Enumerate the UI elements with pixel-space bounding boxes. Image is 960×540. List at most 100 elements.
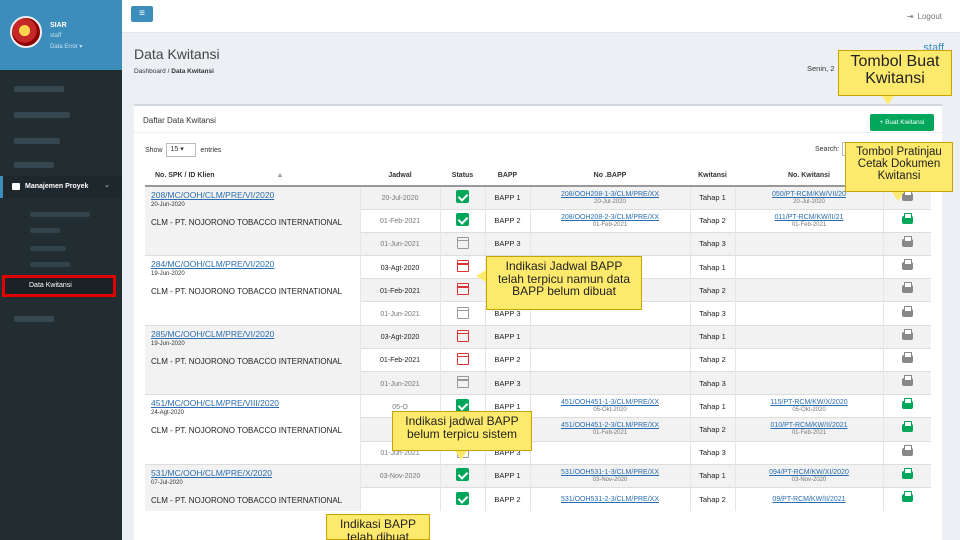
- kwitansi-number-link[interactable]: 115/PT-RCM/KW/X/2020: [736, 399, 883, 406]
- status-cell: [439, 486, 485, 511]
- breadcrumb-home[interactable]: Dashboard: [134, 68, 166, 75]
- schedule-cell: 01-Jun-2021: [359, 231, 440, 256]
- kwitansi-stage: Tahap 1: [699, 401, 726, 411]
- sidebar-subitem-blurred[interactable]: [30, 246, 66, 251]
- print-icon: [901, 259, 913, 271]
- schedule-cell: 01-Feb-2021: [359, 347, 440, 372]
- kwitansi-cell: Tahap 2: [689, 278, 735, 302]
- print-cell: [882, 231, 931, 256]
- sidebar-item-manajemen-proyek[interactable]: Manajemen Proyek ⌄: [0, 176, 122, 198]
- sidebar-subitem-blurred[interactable]: [30, 228, 60, 233]
- calendar-plus-icon[interactable]: [456, 260, 469, 273]
- sidebar-item-blurred[interactable]: [14, 316, 54, 322]
- sidebar-subitem-blurred[interactable]: [30, 262, 70, 267]
- bapp-number-link[interactable]: 208/OOH208-2-3/CLM/PRE/XX: [531, 214, 690, 221]
- print-cell: [882, 394, 931, 418]
- calendar-plus-icon[interactable]: [456, 352, 469, 365]
- bapp-cell: BAPP 2: [484, 347, 530, 372]
- spk-date: 19-Jun-2020: [151, 271, 185, 278]
- schedule-date: 03-Agt-2020: [380, 334, 420, 342]
- schedule-date: 01-Jun-2021: [380, 241, 420, 249]
- brand-name: SIAR: [50, 22, 67, 29]
- kwitansi-number-link[interactable]: 010/PT-RCM/KW/II/2021: [736, 422, 883, 429]
- kwitansi-number-link[interactable]: 094/PT-RCM/KW/XI/2020: [736, 469, 883, 476]
- logout-link[interactable]: ⇥ Logout: [907, 12, 942, 21]
- no-bapp-cell: [529, 347, 690, 372]
- bapp-label: BAPP 1: [494, 332, 521, 342]
- print-icon: [901, 351, 913, 363]
- spk-cell: 531/MC/OOH/CLM/PRE/X/2020 07-Jul-2020 CL…: [145, 463, 360, 511]
- bapp-label: BAPP 1: [494, 401, 521, 411]
- calendar-icon: [456, 376, 469, 389]
- no-kwitansi-cell: [734, 440, 883, 465]
- bapp-label: BAPP 3: [494, 239, 521, 249]
- print-cell: [882, 278, 931, 302]
- spk-cell: 208/MC/OOH/CLM/PRE/VI/2020 20-Jun-2020 C…: [145, 185, 360, 256]
- print-cell: [882, 486, 931, 511]
- bapp-cell: BAPP 1: [484, 324, 530, 349]
- sidebar-subitem-blurred[interactable]: [30, 212, 90, 217]
- no-bapp-cell: 451/OOH451-2-3/CLM/PRE/XX 01-Feb-2021: [529, 417, 690, 442]
- print-icon[interactable]: [901, 467, 913, 479]
- bapp-number-link[interactable]: 531/OOH531-2-3/CLM/PRE/XX: [531, 496, 690, 503]
- bapp-number-link[interactable]: 208/OOH208-1-3/CLM/PRE/XX: [531, 191, 690, 198]
- schedule-cell: 01-Feb-2021: [359, 208, 440, 233]
- calendar-plus-icon[interactable]: [456, 283, 469, 296]
- client-name: CLM - PT. NOJORONO TOBACCO INTERNATIONAL: [151, 287, 343, 297]
- spk-link[interactable]: 451/MC/OOH/CLM/PRE/VIII/2020: [151, 398, 360, 408]
- spk-link[interactable]: 285/MC/OOH/CLM/PRE/VI/2020: [151, 329, 360, 339]
- print-cell: [882, 463, 931, 488]
- breadcrumb: Dashboard / Data Kwitansi: [134, 68, 214, 75]
- sidebar-toggle-button[interactable]: ≡: [131, 6, 153, 22]
- kwitansi-stage: Tahap 2: [699, 216, 726, 226]
- column-header[interactable]: No .BAPP: [530, 166, 690, 187]
- search-label: Search:: [815, 146, 840, 153]
- status-cell: [439, 208, 485, 233]
- sidebar-item-blurred[interactable]: [14, 86, 64, 92]
- create-kwitansi-button[interactable]: + Buat Kwitansi: [870, 114, 934, 131]
- kwitansi-cell: Tahap 3: [689, 301, 735, 326]
- kwitansi-cell: Tahap 3: [689, 231, 735, 256]
- spk-link[interactable]: 531/MC/OOH/CLM/PRE/X/2020: [151, 468, 360, 478]
- kwitansi-cell: Tahap 1: [689, 394, 735, 418]
- column-header[interactable]: Status: [440, 166, 485, 187]
- print-icon[interactable]: [901, 398, 913, 410]
- current-date: Senin, 2: [807, 64, 835, 73]
- calendar-plus-icon[interactable]: [456, 329, 469, 342]
- company-logo: [10, 16, 42, 48]
- kwitansi-cell: Tahap 2: [689, 347, 735, 372]
- no-kwitansi-cell: 115/PT-RCM/KW/X/2020 05-Okt-2020: [734, 394, 883, 418]
- sidebar-item-blurred[interactable]: [14, 138, 60, 144]
- bapp-number-link[interactable]: 451/OOH451-2-3/CLM/PRE/XX: [531, 422, 690, 429]
- spk-date: 20-Jun-2020: [151, 202, 185, 208]
- status-cell: [439, 463, 485, 488]
- column-header[interactable]: Kwitansi: [690, 166, 735, 187]
- user-menu[interactable]: Data Error ▾: [50, 43, 82, 50]
- kwitansi-stage: Tahap 3: [699, 239, 726, 249]
- check-icon: [456, 398, 469, 412]
- column-header[interactable]: BAPP: [485, 166, 530, 187]
- print-icon[interactable]: [901, 212, 913, 224]
- sidebar-item-data-kwitansi[interactable]: Data Kwitansi: [2, 275, 116, 297]
- sidebar-item-blurred[interactable]: [14, 112, 70, 118]
- kwitansi-number-link[interactable]: 011/PT-RCM/KW/II/21: [736, 214, 883, 221]
- bapp-label: BAPP 1: [494, 193, 521, 203]
- client-name: CLM - PT. NOJORONO TOBACCO INTERNATIONAL: [151, 356, 343, 366]
- status-cell: [439, 347, 485, 372]
- kwitansi-cell: Tahap 1: [689, 324, 735, 349]
- status-cell: [439, 370, 485, 395]
- schedule-date: 01-Jun-2021: [380, 380, 420, 388]
- print-icon[interactable]: [901, 491, 913, 503]
- spk-link[interactable]: 284/MC/OOH/CLM/PRE/VI/2020: [151, 259, 360, 269]
- spk-link[interactable]: 208/MC/OOH/CLM/PRE/VI/2020: [151, 190, 360, 200]
- print-icon[interactable]: [901, 421, 913, 433]
- column-header[interactable]: No. SPK / ID Klien ▲: [145, 166, 360, 187]
- entries-select[interactable]: 15 ▾: [166, 143, 197, 157]
- column-header[interactable]: Jadwal: [360, 166, 440, 187]
- schedule-cell: 01-Feb-2021: [359, 278, 440, 302]
- kwitansi-number-link[interactable]: 09/PT-RCM/KW/II/2021: [736, 496, 883, 503]
- bapp-number-link[interactable]: 451/OOH451-1-3/CLM/PRE/XX: [531, 399, 690, 406]
- bapp-number-link[interactable]: 531/OOH531-1-3/CLM/PRE/XX: [531, 469, 690, 476]
- sidebar-item-blurred[interactable]: [14, 162, 54, 168]
- bapp-date: 01-Feb-2021: [592, 430, 628, 437]
